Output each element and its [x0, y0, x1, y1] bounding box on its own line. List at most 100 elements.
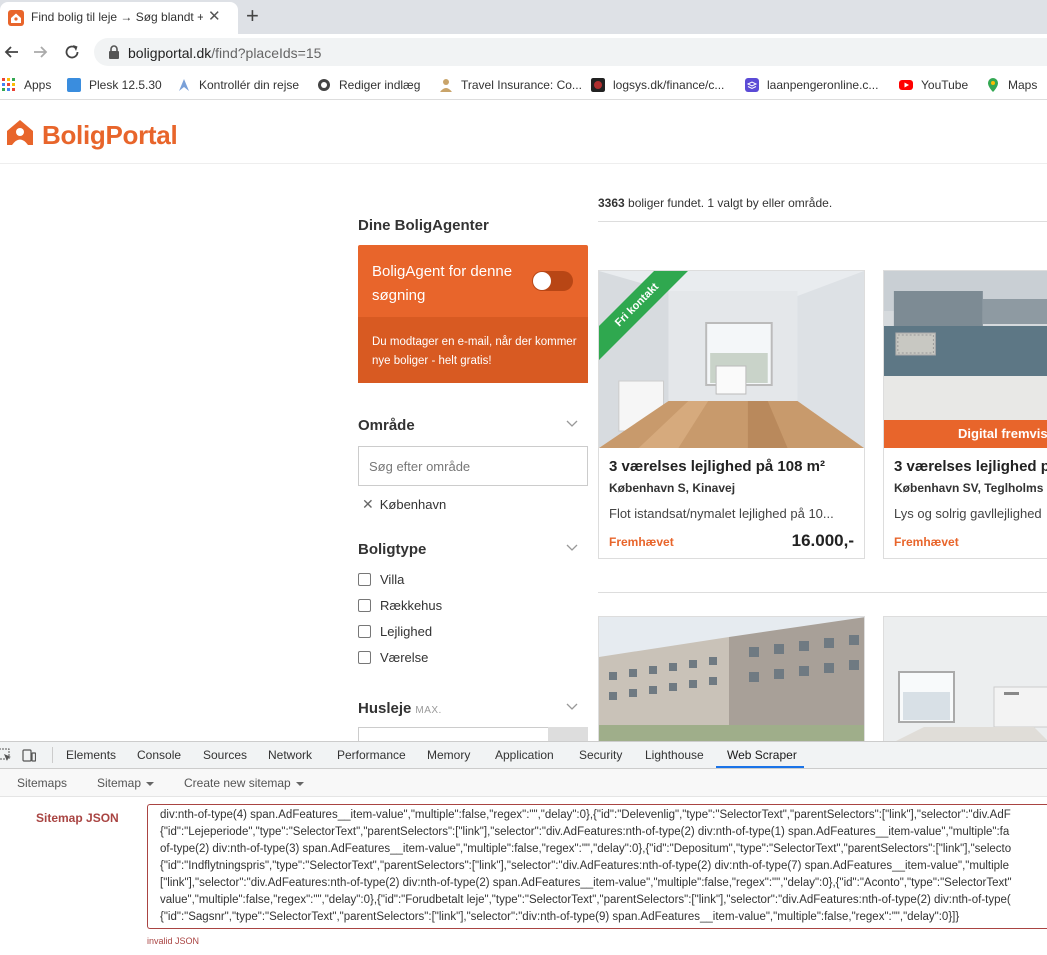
- sitemap-json-textarea[interactable]: div:nth-of-type(4) span.AdFeatures__item…: [147, 804, 1047, 929]
- bookmark-logsys[interactable]: logsys.dk/finance/c...: [591, 76, 724, 94]
- divider: [598, 221, 1047, 222]
- devtools-tabbar: Elements Console Sources Network Perform…: [0, 742, 1047, 769]
- divider: [598, 592, 1047, 593]
- url-text: boligportal.dk/find?placeIds=15: [128, 45, 322, 61]
- json-error-message: invalid JSON: [147, 936, 200, 946]
- tab-memory[interactable]: Memory: [427, 748, 470, 762]
- area-heading[interactable]: Område: [358, 417, 415, 434]
- listing-title[interactable]: 3 værelses lejlighed p: [894, 458, 1047, 475]
- type-option-vaerelse[interactable]: Værelse: [358, 650, 428, 665]
- lock-icon[interactable]: [108, 45, 120, 59]
- logsys-icon: [591, 78, 605, 92]
- tab-sources[interactable]: Sources: [203, 748, 247, 762]
- bookmark-rediger[interactable]: Rediger indlæg: [317, 76, 420, 94]
- site-logo[interactable]: BoligPortal: [42, 120, 178, 151]
- boligportal-favicon-icon: [8, 10, 24, 26]
- toggle-knob: [533, 272, 551, 290]
- site-header: BoligPortal: [0, 100, 1047, 164]
- caret-down-icon: [295, 781, 304, 786]
- tab-close-icon[interactable]: ✕: [208, 9, 221, 25]
- forward-arrow-icon[interactable]: [30, 42, 50, 62]
- checkbox[interactable]: [358, 651, 371, 664]
- boligagent-info: Du modtager en e-mail, når der kommer ny…: [358, 317, 588, 383]
- nav-sitemap-dropdown[interactable]: Sitemap: [97, 776, 155, 790]
- listing-location: København S, Kinavej: [609, 481, 736, 495]
- listing-card[interactable]: Fri kontakt 3 værelses lejlighed på 108 …: [598, 270, 865, 559]
- back-arrow-icon[interactable]: [2, 42, 22, 62]
- listing-price: 16.000,-: [791, 531, 854, 550]
- chevron-down-icon[interactable]: [566, 420, 578, 428]
- bookmark-youtube[interactable]: YouTube: [899, 76, 968, 94]
- bookmarks-bar: Apps Plesk 12.5.30 Kontrollér din rejse …: [0, 70, 1047, 100]
- bookmark-plesk[interactable]: Plesk 12.5.30: [67, 76, 162, 94]
- nav-sitemaps[interactable]: Sitemaps: [17, 776, 67, 790]
- rent-heading[interactable]: Husleje MAX.: [358, 700, 442, 717]
- bookmark-travel-insurance[interactable]: Travel Insurance: Co...: [439, 76, 582, 94]
- checkbox[interactable]: [358, 599, 371, 612]
- checkbox[interactable]: [358, 573, 371, 586]
- free-contact-ribbon: Fri kontakt: [599, 271, 689, 361]
- listing-location: København SV, Teglholms: [894, 481, 1044, 495]
- device-toolbar-icon[interactable]: [22, 748, 36, 762]
- remove-icon[interactable]: ✕: [362, 496, 374, 513]
- boligagent-toggle[interactable]: [532, 271, 573, 291]
- browser-tab[interactable]: Find bolig til leje → Søg blandt + ✕: [0, 2, 238, 34]
- tab-application[interactable]: Application: [495, 748, 554, 762]
- chevron-down-icon[interactable]: [566, 544, 578, 552]
- checkbox[interactable]: [358, 625, 371, 638]
- boligportal-logo-icon[interactable]: [6, 118, 34, 146]
- bookmark-maps[interactable]: Maps: [986, 76, 1037, 94]
- tab-network[interactable]: Network: [268, 748, 312, 762]
- ribbon-wrap: Fri kontakt: [599, 271, 689, 361]
- featured-tag: Fremhævet: [609, 535, 674, 549]
- bookmark-kontroller[interactable]: Kontrollér din rejse: [177, 76, 299, 94]
- digital-viewing-banner: Digital fremvis: [884, 420, 1047, 448]
- tab-security[interactable]: Security: [579, 748, 622, 762]
- rent-unit-button[interactable]: [548, 727, 588, 741]
- tab-web-scraper[interactable]: Web Scraper: [727, 748, 797, 762]
- devtools-panel: Elements Console Sources Network Perform…: [0, 741, 1047, 955]
- boligagent-box: BoligAgent for denne søgning Du modtager…: [358, 245, 588, 383]
- tab-performance[interactable]: Performance: [337, 748, 406, 762]
- tab-strip: Find bolig til leje → Søg blandt + ✕ +: [0, 0, 1047, 34]
- reload-icon[interactable]: [62, 42, 82, 62]
- person-icon: [440, 79, 452, 92]
- agents-heading: Dine BoligAgenter: [358, 217, 489, 234]
- selected-area-chip[interactable]: ✕ København: [362, 496, 446, 513]
- sitemap-json-label: Sitemap JSON: [36, 811, 119, 825]
- url-field[interactable]: boligportal.dk/find?placeIds=15: [94, 38, 1047, 66]
- featured-tag: Fremhævet: [894, 535, 959, 549]
- listing-photo[interactable]: [599, 617, 865, 747]
- tab-console[interactable]: Console: [137, 748, 181, 762]
- type-option-lejlighed[interactable]: Lejlighed: [358, 624, 432, 639]
- tab-lighthouse[interactable]: Lighthouse: [645, 748, 704, 762]
- type-option-villa[interactable]: Villa: [358, 572, 404, 587]
- listing-title[interactable]: 3 værelses lejlighed på 108 m²: [609, 458, 825, 475]
- tab-elements[interactable]: Elements: [66, 748, 116, 762]
- boligagent-title: BoligAgent for denne søgning: [372, 263, 513, 304]
- layers-icon: [745, 78, 759, 92]
- youtube-icon: [899, 80, 913, 90]
- new-tab-icon[interactable]: +: [246, 4, 259, 28]
- web-scraper-nav: Sitemaps Sitemap Create new sitemap: [0, 769, 1047, 797]
- address-bar-row: boligportal.dk/find?placeIds=15: [0, 34, 1047, 70]
- chevron-down-icon[interactable]: [566, 703, 578, 711]
- plesk-icon: [67, 78, 81, 92]
- inspect-element-icon[interactable]: [0, 748, 12, 762]
- results-count: 3363 boliger fundet. 1 valgt by eller om…: [598, 196, 833, 210]
- active-tab-indicator: [716, 766, 804, 768]
- listing-card[interactable]: Digital fremvis 3 værelses lejlighed p K…: [883, 270, 1047, 559]
- area-search-input[interactable]: [358, 446, 588, 486]
- bookmark-laanpenger[interactable]: laanpengeronline.c...: [745, 76, 878, 94]
- bookmark-apps[interactable]: Apps: [2, 76, 51, 94]
- type-option-raekkehus[interactable]: Rækkehus: [358, 598, 442, 613]
- nav-create-sitemap-dropdown[interactable]: Create new sitemap: [184, 776, 304, 790]
- caret-down-icon: [146, 781, 155, 786]
- boligagent-description: Du modtager en e-mail, når der kommer ny…: [372, 336, 577, 367]
- tab-title: Find bolig til leje → Søg blandt +: [31, 10, 203, 24]
- listing-photo[interactable]: [884, 617, 1047, 747]
- listing-description: Flot istandsat/nymalet lejlighed på 10..…: [609, 506, 834, 521]
- apps-grid-icon: [2, 78, 15, 91]
- type-heading[interactable]: Boligtype: [358, 541, 426, 558]
- listing-description: Lys og solrig gavllejlighed: [894, 506, 1042, 521]
